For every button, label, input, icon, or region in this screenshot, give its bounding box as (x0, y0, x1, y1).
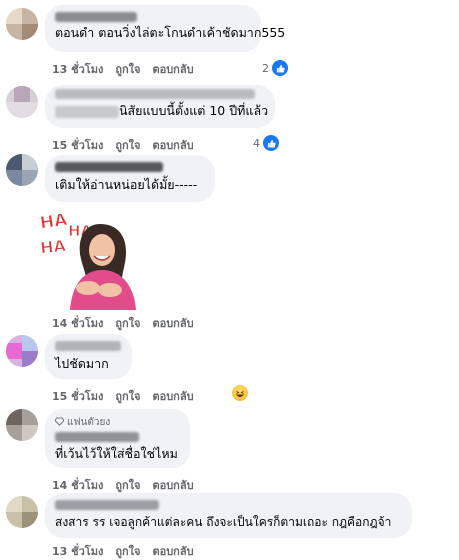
diamond-icon (54, 416, 65, 429)
comment-text: เติมให้อ่านหน่อยได้มั้ย----- (55, 177, 198, 192)
avatar[interactable] (6, 8, 38, 40)
author-name[interactable] (55, 89, 255, 99)
comment-text: ที่เว้นไว้ให้ใส่ชื่อใช่ไหม (55, 446, 178, 461)
comment-4: ไปชัดมาก 15 ชั่วโมง ถูกใจ ตอบกลับ (0, 330, 459, 408)
reaction-summary[interactable]: 2 (262, 59, 289, 77)
haha-icon[interactable] (232, 385, 248, 401)
comment-text: ตอนดำ ตอนวิ่งไล่ตะโกนดำเค้าชัดมาก555 (55, 25, 286, 40)
comment-1: ตอนดำ ตอนวิ่งไล่ตะโกนดำเค้าชัดมาก555 13 … (0, 0, 459, 80)
comment-bubble: สงสาร รร เจอลูกค้าแต่ละคน ถึงจะเป็นใครก็… (45, 493, 412, 538)
comment-time[interactable]: 13 ชั่วโมง (52, 542, 103, 560)
like-button[interactable]: ถูกใจ (115, 387, 140, 405)
comment-bubble: เติมให้อ่านหน่อยได้มั้ย----- (45, 155, 215, 202)
comment-actions: 13 ชั่วโมง ถูกใจ ตอบกลับ (52, 542, 194, 560)
comment-bubble: ไปชัดมาก (45, 334, 132, 379)
like-icon (271, 59, 289, 77)
fan-badge: แฟนตัวยง (54, 415, 178, 430)
like-icon (262, 134, 280, 152)
comment-text: สงสาร รร เจอลูกค้าแต่ละคน ถึงจะเป็นใครก็… (55, 515, 392, 529)
reaction-summary[interactable]: 4 (253, 134, 280, 152)
comment-bubble: แฟนตัวยง ที่เว้นไว้ให้ใส่ชื่อใช่ไหม (45, 409, 190, 468)
like-button[interactable]: ถูกใจ (115, 542, 140, 560)
avatar[interactable] (6, 335, 38, 367)
comment-5: แฟนตัวยง ที่เว้นไว้ให้ใส่ชื่อใช่ไหม 14 ช… (0, 408, 459, 492)
like-button[interactable]: ถูกใจ (115, 60, 140, 78)
comment-6: สงสาร รร เจอลูกค้าแต่ละคน ถึงจะเป็นใครก็… (0, 488, 459, 560)
reaction-count: 4 (253, 136, 260, 150)
svg-text:HA: HA (40, 210, 69, 234)
comment-text-body: นิสัยแบบนี้ตั้งแต่ 10 ปีที่แล้ว (119, 103, 269, 118)
author-name[interactable] (55, 162, 163, 172)
reply-button[interactable]: ตอบกลับ (152, 387, 193, 405)
author-name[interactable] (55, 341, 121, 351)
comment-time[interactable]: 15 ชั่วโมง (52, 387, 103, 405)
avatar[interactable] (6, 409, 38, 441)
reply-button[interactable]: ตอบกลับ (152, 542, 193, 560)
comment-bubble: นิสัยแบบนี้ตั้งแต่ 10 ปีที่แล้ว (45, 85, 275, 128)
sticker[interactable]: HA HA HA (38, 206, 148, 310)
comment-time[interactable]: 13 ชั่วโมง (52, 60, 103, 78)
author-name[interactable] (55, 12, 137, 22)
reaction-count: 2 (262, 61, 269, 75)
author-name[interactable] (55, 500, 159, 510)
author-name[interactable] (55, 432, 139, 442)
comment-text: ไปชัดมาก (55, 356, 109, 371)
comment-3: เติมให้อ่านหน่อยได้มั้ย----- HA HA HA 14… (0, 152, 459, 330)
avatar[interactable] (6, 86, 38, 118)
avatar[interactable] (6, 154, 38, 186)
comment-bubble: ตอนดำ ตอนวิ่งไล่ตะโกนดำเค้าชัดมาก555 (45, 5, 286, 52)
comment-2: นิสัยแบบนี้ตั้งแต่ 10 ปีที่แล้ว 15 ชั่วโ… (0, 80, 459, 152)
comment-text: นิสัยแบบนี้ตั้งแต่ 10 ปีที่แล้ว (55, 102, 268, 119)
comment-actions: 13 ชั่วโมง ถูกใจ ตอบกลับ (52, 60, 194, 78)
fan-badge-label: แฟนตัวยง (67, 417, 111, 428)
avatar[interactable] (6, 496, 38, 528)
svg-text:HA: HA (40, 236, 67, 258)
reply-button[interactable]: ตอบกลับ (152, 60, 193, 78)
comment-actions: 15 ชั่วโมง ถูกใจ ตอบกลับ (52, 387, 194, 405)
